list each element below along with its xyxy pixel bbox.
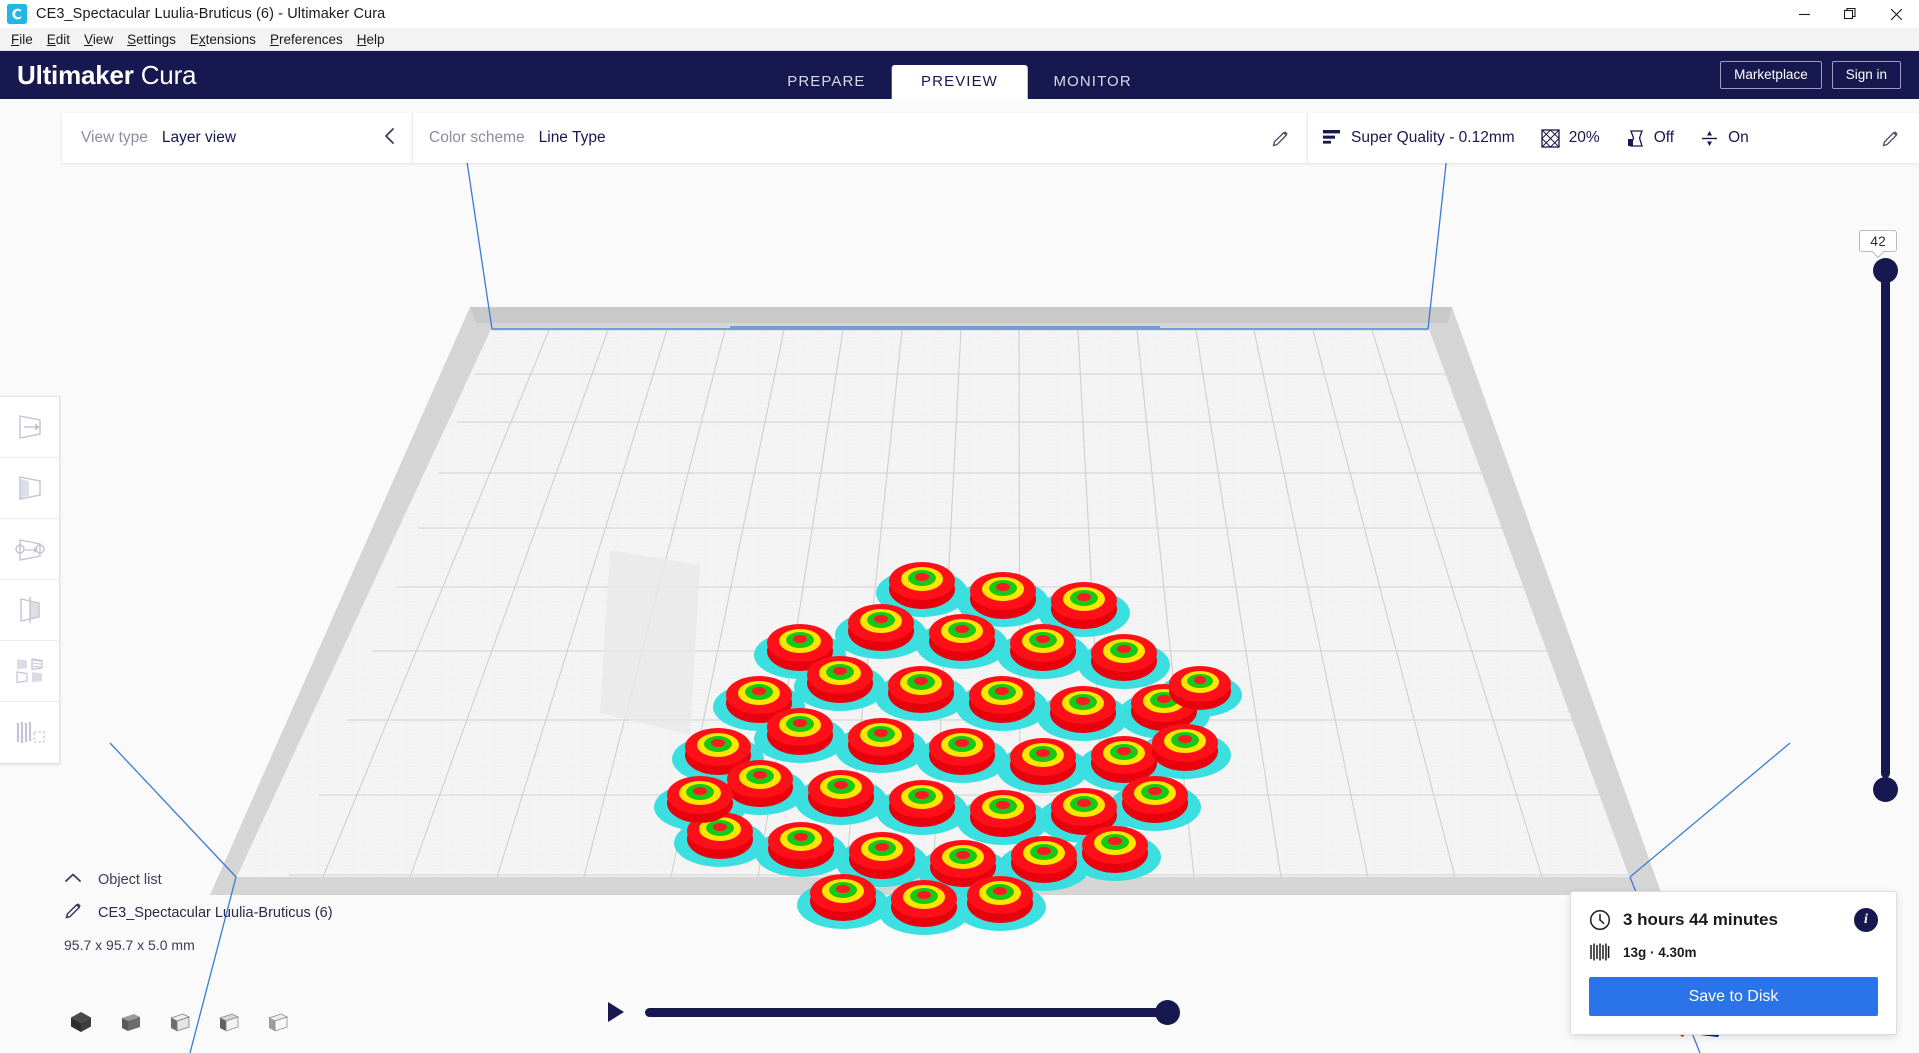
tool-column [0,396,60,764]
layer-slider-value: 42 [1859,230,1897,252]
menu-file[interactable]: FFileile [4,29,40,50]
view-type-value: Layer view [162,129,236,147]
infill-value: 20% [1569,129,1600,147]
cura-brand: Ultimaker Cura [17,60,196,91]
play-icon[interactable] [608,1002,624,1022]
camera-view-buttons [68,1009,290,1035]
path-playback-bar [608,999,1168,1025]
cube-front-icon[interactable] [117,1009,143,1035]
support-icon [1626,129,1645,148]
marketplace-button[interactable]: Marketplace [1720,61,1822,89]
rotate-icon [14,534,46,564]
view-type-panel[interactable]: View type Layer view [62,113,412,163]
window-controls [1781,0,1919,29]
save-to-disk-button[interactable]: Save to Disk [1589,977,1878,1016]
menu-edit[interactable]: Edit [40,29,77,50]
minimize-icon[interactable] [1781,0,1827,29]
scale-icon [14,473,46,503]
chevron-left-icon[interactable] [378,127,402,149]
path-slider-handle[interactable] [1155,1000,1180,1025]
print-settings-pencil-icon[interactable] [1874,130,1907,147]
layer-slider[interactable]: 42 [1873,250,1897,790]
close-icon[interactable] [1873,0,1919,29]
mirror-tool[interactable] [0,580,59,641]
tab-monitor[interactable]: MONITOR [1028,65,1158,99]
menu-settings[interactable]: Settings [120,29,183,50]
signin-button[interactable]: Sign in [1832,61,1901,89]
color-scheme-label: Color scheme [429,129,525,147]
per-model-settings-tool[interactable] [0,641,59,702]
layer-slider-handle-top[interactable]: 42 [1873,258,1898,283]
move-tool[interactable] [0,397,59,458]
cura-window: CE3_Spectacular Luulia-Bruticus (6) - Ul… [0,0,1919,1053]
info-icon[interactable]: i [1854,908,1878,932]
print-settings-summary[interactable]: Super Quality - 0.12mm 20% Off [1307,113,1919,163]
adhesion-summary[interactable]: On [1700,129,1749,148]
cube-top-icon[interactable] [166,1009,192,1035]
cube-iso-icon[interactable] [68,1009,94,1035]
chevron-up-icon[interactable] [62,871,84,888]
color-scheme-value: Line Type [539,129,606,147]
pencil-icon[interactable] [1264,130,1297,147]
brand-bold: Ultimaker [17,60,134,90]
tab-preview[interactable]: PREVIEW [892,65,1028,99]
scale-tool[interactable] [0,458,59,519]
header-actions: Marketplace Sign in [1720,61,1919,89]
support-value: Off [1654,129,1674,147]
cube-right-icon[interactable] [264,1009,290,1035]
object-name: CE3_Spectacular Luulia-Bruticus (6) [98,905,333,921]
infill-summary[interactable]: 20% [1541,129,1600,148]
menu-extensions[interactable]: Extensions [183,29,263,50]
menu-view[interactable]: View [77,29,120,50]
mirror-icon [14,595,46,625]
object-list-panel: Object list CE3_Spectacular Luulia-Bruti… [62,871,333,953]
print-time-value: 3 hours 44 minutes [1623,910,1778,930]
color-scheme-panel[interactable]: Color scheme Line Type [412,113,1307,163]
adhesion-value: On [1728,129,1749,147]
material-value: 13g · 4.30m [1623,945,1697,960]
view-type-label: View type [81,129,148,147]
path-slider-track[interactable] [645,1008,1168,1017]
object-list-item[interactable]: CE3_Spectacular Luulia-Bruticus (6) [62,902,333,923]
adhesion-icon [1700,129,1719,148]
layer-height-icon [1322,129,1342,147]
restore-icon[interactable] [1827,0,1873,29]
move-icon [14,412,46,442]
build-plate-back-edge [470,307,1452,323]
layer-slider-handle-bottom[interactable] [1873,777,1898,802]
object-pencil-icon[interactable] [62,902,84,923]
cura-header: Ultimaker Cura PREPARE PREVIEW MONITOR M… [0,51,1919,99]
filament-icon [1589,942,1610,962]
support-blocker-tool[interactable] [0,702,59,763]
tab-prepare[interactable]: PREPARE [761,65,891,99]
object-dimensions: 95.7 x 95.7 x 5.0 mm [64,937,333,953]
menu-bar: FFileile Edit View Settings Extensions P… [0,29,1919,51]
support-summary[interactable]: Off [1626,129,1674,148]
menu-help[interactable]: Help [350,29,392,50]
print-time-row: 3 hours 44 minutes i [1589,908,1878,932]
preview-settings-strip: View type Layer view Color scheme Line T… [0,113,1919,163]
quality-summary[interactable]: Super Quality - 0.12mm [1322,129,1515,147]
object-list-title: Object list [98,872,162,888]
menu-preferences[interactable]: Preferences [263,29,350,50]
title-bar: CE3_Spectacular Luulia-Bruticus (6) - Ul… [0,0,1919,29]
stage-tabs: PREPARE PREVIEW MONITOR [761,51,1158,99]
object-list-header[interactable]: Object list [62,871,333,888]
clock-icon [1589,909,1611,931]
cube-left-icon[interactable] [215,1009,241,1035]
print-info-card: 3 hours 44 minutes i 13g · 4.30m Save to… [1570,891,1897,1035]
rotate-tool[interactable] [0,519,59,580]
infill-icon [1541,129,1560,148]
brand-light: Cura [141,60,197,90]
window-title: CE3_Spectacular Luulia-Bruticus (6) - Ul… [36,6,385,22]
per-model-settings-icon [13,656,47,686]
quality-value: Super Quality - 0.12mm [1351,129,1515,147]
material-row: 13g · 4.30m [1589,942,1878,962]
disallowed-area [600,550,700,735]
support-blocker-icon [13,718,47,748]
cura-logo-icon [7,4,27,24]
layer-slider-track[interactable] [1881,262,1890,778]
